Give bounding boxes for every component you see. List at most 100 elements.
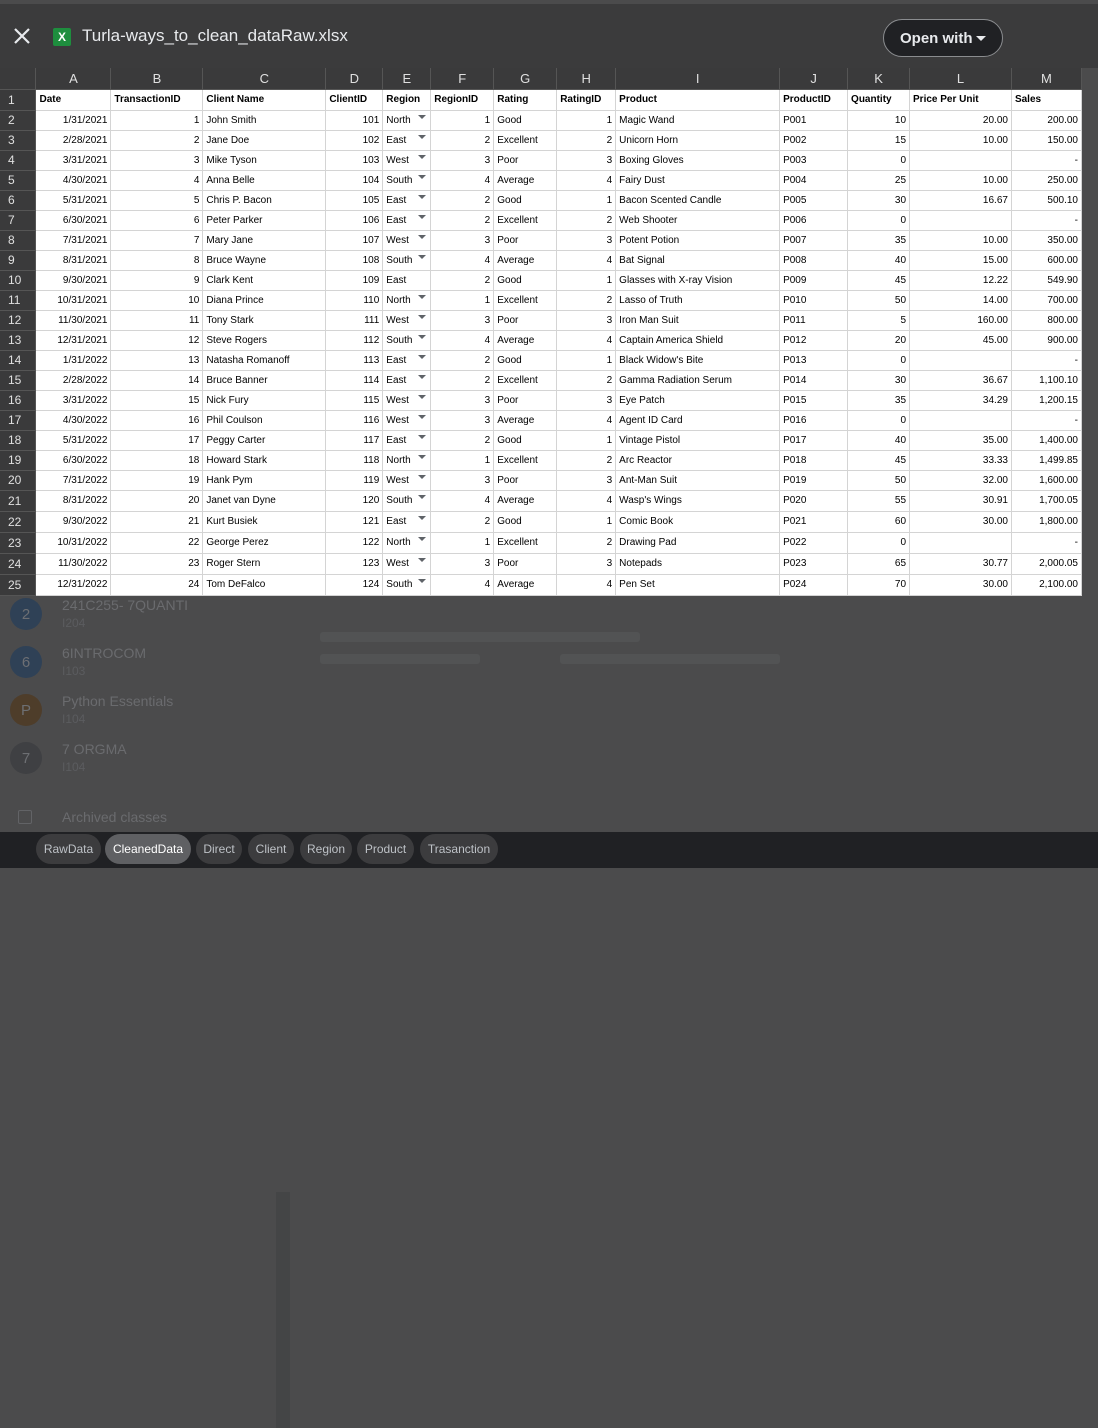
- column-header-b[interactable]: B: [110, 68, 204, 90]
- row-number[interactable]: 18: [0, 430, 37, 451]
- row-number[interactable]: 16: [0, 390, 37, 411]
- table-cell[interactable]: North: [382, 110, 432, 131]
- table-cell[interactable]: 10.00: [909, 230, 1012, 251]
- dropdown-caret-icon[interactable]: [418, 394, 427, 399]
- table-cell[interactable]: [909, 350, 1012, 371]
- table-cell[interactable]: 1/31/2022: [35, 350, 112, 371]
- dropdown-caret-icon[interactable]: [418, 414, 427, 419]
- table-cell[interactable]: 11/30/2021: [35, 310, 112, 331]
- table-cell[interactable]: 8: [110, 250, 204, 271]
- column-header-m[interactable]: M: [1011, 68, 1082, 90]
- table-cell[interactable]: P019: [779, 470, 849, 491]
- table-cell[interactable]: 500.10: [1011, 190, 1082, 211]
- header-cell[interactable]: RatingID: [556, 89, 617, 111]
- table-cell[interactable]: 19: [110, 470, 204, 491]
- table-cell[interactable]: P020: [779, 490, 849, 512]
- column-header-h[interactable]: H: [556, 68, 617, 90]
- table-cell[interactable]: 111: [325, 310, 384, 331]
- table-cell[interactable]: East: [382, 511, 432, 533]
- dropdown-caret-icon[interactable]: [418, 194, 427, 199]
- table-cell[interactable]: 10/31/2021: [35, 290, 112, 311]
- table-cell[interactable]: Poor: [493, 553, 558, 575]
- table-cell[interactable]: 117: [325, 430, 384, 451]
- table-cell[interactable]: 45: [847, 270, 911, 291]
- dropdown-caret-icon[interactable]: [418, 154, 427, 159]
- table-cell[interactable]: 16.67: [909, 190, 1012, 211]
- table-cell[interactable]: 65: [847, 553, 911, 575]
- table-cell[interactable]: Arc Reactor: [615, 450, 781, 471]
- table-cell[interactable]: P014: [779, 370, 849, 391]
- table-cell[interactable]: 4/30/2021: [35, 170, 112, 191]
- dropdown-caret-icon[interactable]: [418, 434, 427, 439]
- archived-classes-item[interactable]: Archived classes: [18, 809, 167, 825]
- dropdown-caret-icon[interactable]: [418, 234, 427, 239]
- table-cell[interactable]: 2/28/2022: [35, 370, 112, 391]
- row-number[interactable]: 9: [0, 250, 37, 271]
- table-cell[interactable]: Average: [493, 250, 558, 271]
- table-cell[interactable]: 0: [847, 350, 911, 371]
- table-cell[interactable]: 0: [847, 150, 911, 171]
- row-number[interactable]: 11: [0, 290, 37, 311]
- table-cell[interactable]: Boxing Gloves: [615, 150, 781, 171]
- table-cell[interactable]: 3/31/2021: [35, 150, 112, 171]
- table-cell[interactable]: 1: [430, 450, 495, 471]
- sheet-tab-rawdata[interactable]: RawData: [36, 834, 101, 864]
- table-cell[interactable]: 30.00: [909, 574, 1012, 596]
- table-cell[interactable]: Excellent: [493, 532, 558, 554]
- table-cell[interactable]: P008: [779, 250, 849, 271]
- table-cell[interactable]: 1: [430, 290, 495, 311]
- table-cell[interactable]: P013: [779, 350, 849, 371]
- table-cell[interactable]: Peter Parker: [202, 210, 327, 231]
- table-cell[interactable]: 9: [110, 270, 204, 291]
- table-cell[interactable]: 23: [110, 553, 204, 575]
- table-cell[interactable]: P010: [779, 290, 849, 311]
- table-cell[interactable]: 5/31/2021: [35, 190, 112, 211]
- table-cell[interactable]: 4: [556, 410, 617, 431]
- table-cell[interactable]: Good: [493, 430, 558, 451]
- table-cell[interactable]: Iron Man Suit: [615, 310, 781, 331]
- table-cell[interactable]: 1: [110, 110, 204, 131]
- table-cell[interactable]: -: [1011, 532, 1082, 554]
- table-cell[interactable]: West: [382, 410, 432, 431]
- table-cell[interactable]: 14: [110, 370, 204, 391]
- table-cell[interactable]: 10: [110, 290, 204, 311]
- table-cell[interactable]: 60: [847, 511, 911, 533]
- table-cell[interactable]: [909, 150, 1012, 171]
- table-cell[interactable]: 45: [847, 450, 911, 471]
- table-cell[interactable]: 350.00: [1011, 230, 1082, 251]
- table-cell[interactable]: 15: [847, 130, 911, 151]
- table-cell[interactable]: South: [382, 170, 432, 191]
- table-cell[interactable]: Captain America Shield: [615, 330, 781, 351]
- table-cell[interactable]: 11/30/2022: [35, 553, 112, 575]
- table-cell[interactable]: Hank Pym: [202, 470, 327, 491]
- sheet-tab-trasanction[interactable]: Trasanction: [420, 834, 498, 864]
- dropdown-caret-icon[interactable]: [418, 474, 427, 479]
- table-cell[interactable]: 30: [847, 190, 911, 211]
- sheet-tab-cleaneddata[interactable]: CleanedData: [105, 834, 191, 864]
- header-cell[interactable]: Region: [382, 89, 432, 111]
- table-cell[interactable]: 3: [556, 150, 617, 171]
- table-cell[interactable]: 4: [430, 490, 495, 512]
- table-cell[interactable]: 5: [110, 190, 204, 211]
- table-cell[interactable]: 40: [847, 430, 911, 451]
- table-cell[interactable]: 18: [110, 450, 204, 471]
- table-cell[interactable]: 35: [847, 230, 911, 251]
- table-cell[interactable]: -: [1011, 210, 1082, 231]
- table-cell[interactable]: Good: [493, 190, 558, 211]
- table-cell[interactable]: P015: [779, 390, 849, 411]
- row-number[interactable]: 20: [0, 470, 37, 491]
- table-cell[interactable]: 9/30/2021: [35, 270, 112, 291]
- header-cell[interactable]: Client Name: [202, 89, 327, 111]
- table-cell[interactable]: 0: [847, 410, 911, 431]
- table-cell[interactable]: 3: [430, 470, 495, 491]
- table-cell[interactable]: South: [382, 574, 432, 596]
- dropdown-caret-icon[interactable]: [418, 557, 427, 562]
- table-cell[interactable]: 15: [110, 390, 204, 411]
- table-cell[interactable]: 4: [556, 330, 617, 351]
- table-cell[interactable]: P011: [779, 310, 849, 331]
- table-cell[interactable]: 1/31/2021: [35, 110, 112, 131]
- table-cell[interactable]: Chris P. Bacon: [202, 190, 327, 211]
- table-cell[interactable]: Mike Tyson: [202, 150, 327, 171]
- table-cell[interactable]: 2: [430, 350, 495, 371]
- table-cell[interactable]: West: [382, 310, 432, 331]
